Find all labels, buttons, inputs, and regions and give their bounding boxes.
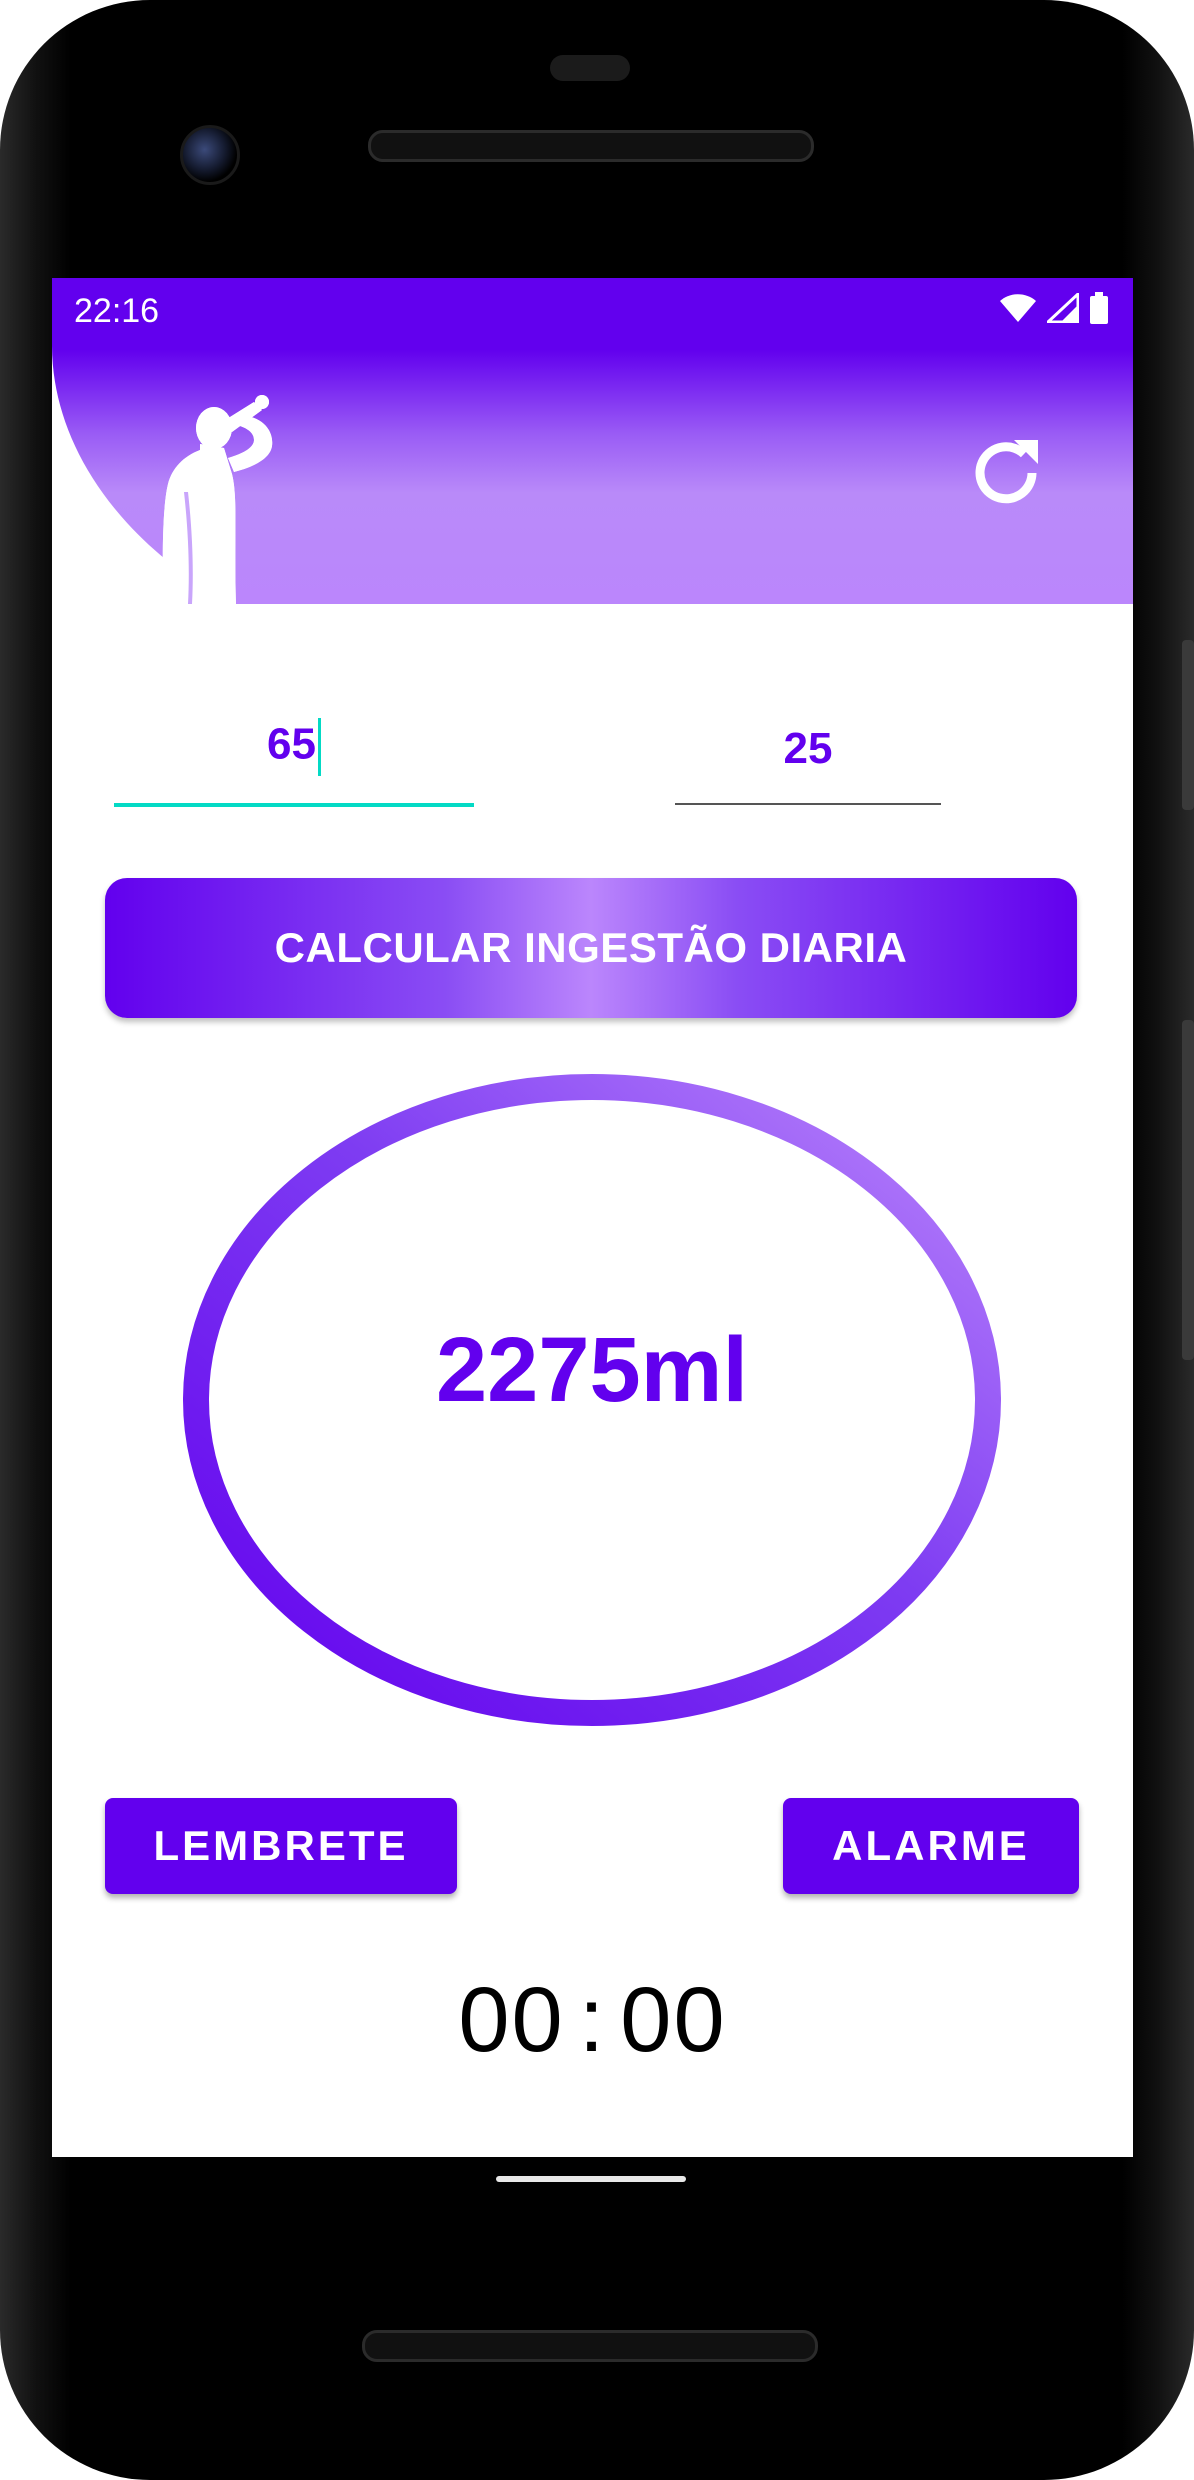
timer-separator: : (578, 1969, 607, 2071)
reminder-button[interactable]: LEMBRETE (105, 1798, 457, 1894)
home-indicator[interactable] (496, 2176, 686, 2182)
battery-icon (1090, 292, 1108, 324)
age-input[interactable]: 25 (675, 724, 941, 774)
top-speaker (368, 130, 814, 162)
alarm-button[interactable]: ALARME (783, 1798, 1079, 1894)
wifi-icon (1000, 294, 1036, 322)
timer-hours: 00 (458, 1969, 565, 2071)
weight-input-underline (114, 803, 474, 807)
app-header: 22:16 (52, 278, 1133, 604)
alarm-button-label: ALARME (832, 1822, 1030, 1869)
reminder-button-label: LEMBRETE (153, 1822, 409, 1869)
timer-display: 00:00 (52, 1968, 1133, 2073)
timer-minutes: 00 (620, 1969, 727, 2071)
calculate-intake-button[interactable]: CALCULAR INGESTÃO DIARIA (105, 878, 1077, 1018)
weight-value: 65 (267, 719, 316, 769)
age-input-underline (675, 803, 941, 805)
phone-frame: 22:16 65 25 CALCULAR INGESTÃO DIARIA 227… (0, 0, 1194, 2480)
weight-input[interactable]: 65 (114, 718, 474, 776)
bottom-speaker (362, 2330, 818, 2362)
age-value: 25 (783, 724, 833, 773)
daily-intake-result: 2275ml (435, 1319, 749, 1421)
front-camera (180, 125, 240, 185)
volume-button (1182, 1020, 1194, 1360)
calculate-button-label: CALCULAR INGESTÃO DIARIA (274, 924, 908, 971)
signal-icon (1047, 293, 1079, 323)
text-cursor (317, 718, 321, 776)
power-button (1182, 640, 1194, 810)
silhouette-overlay (162, 395, 273, 604)
earpiece (550, 55, 630, 81)
app-screen: 22:16 65 25 CALCULAR INGESTÃO DIARIA 227… (52, 278, 1133, 2157)
refresh-icon[interactable] (962, 428, 1052, 518)
